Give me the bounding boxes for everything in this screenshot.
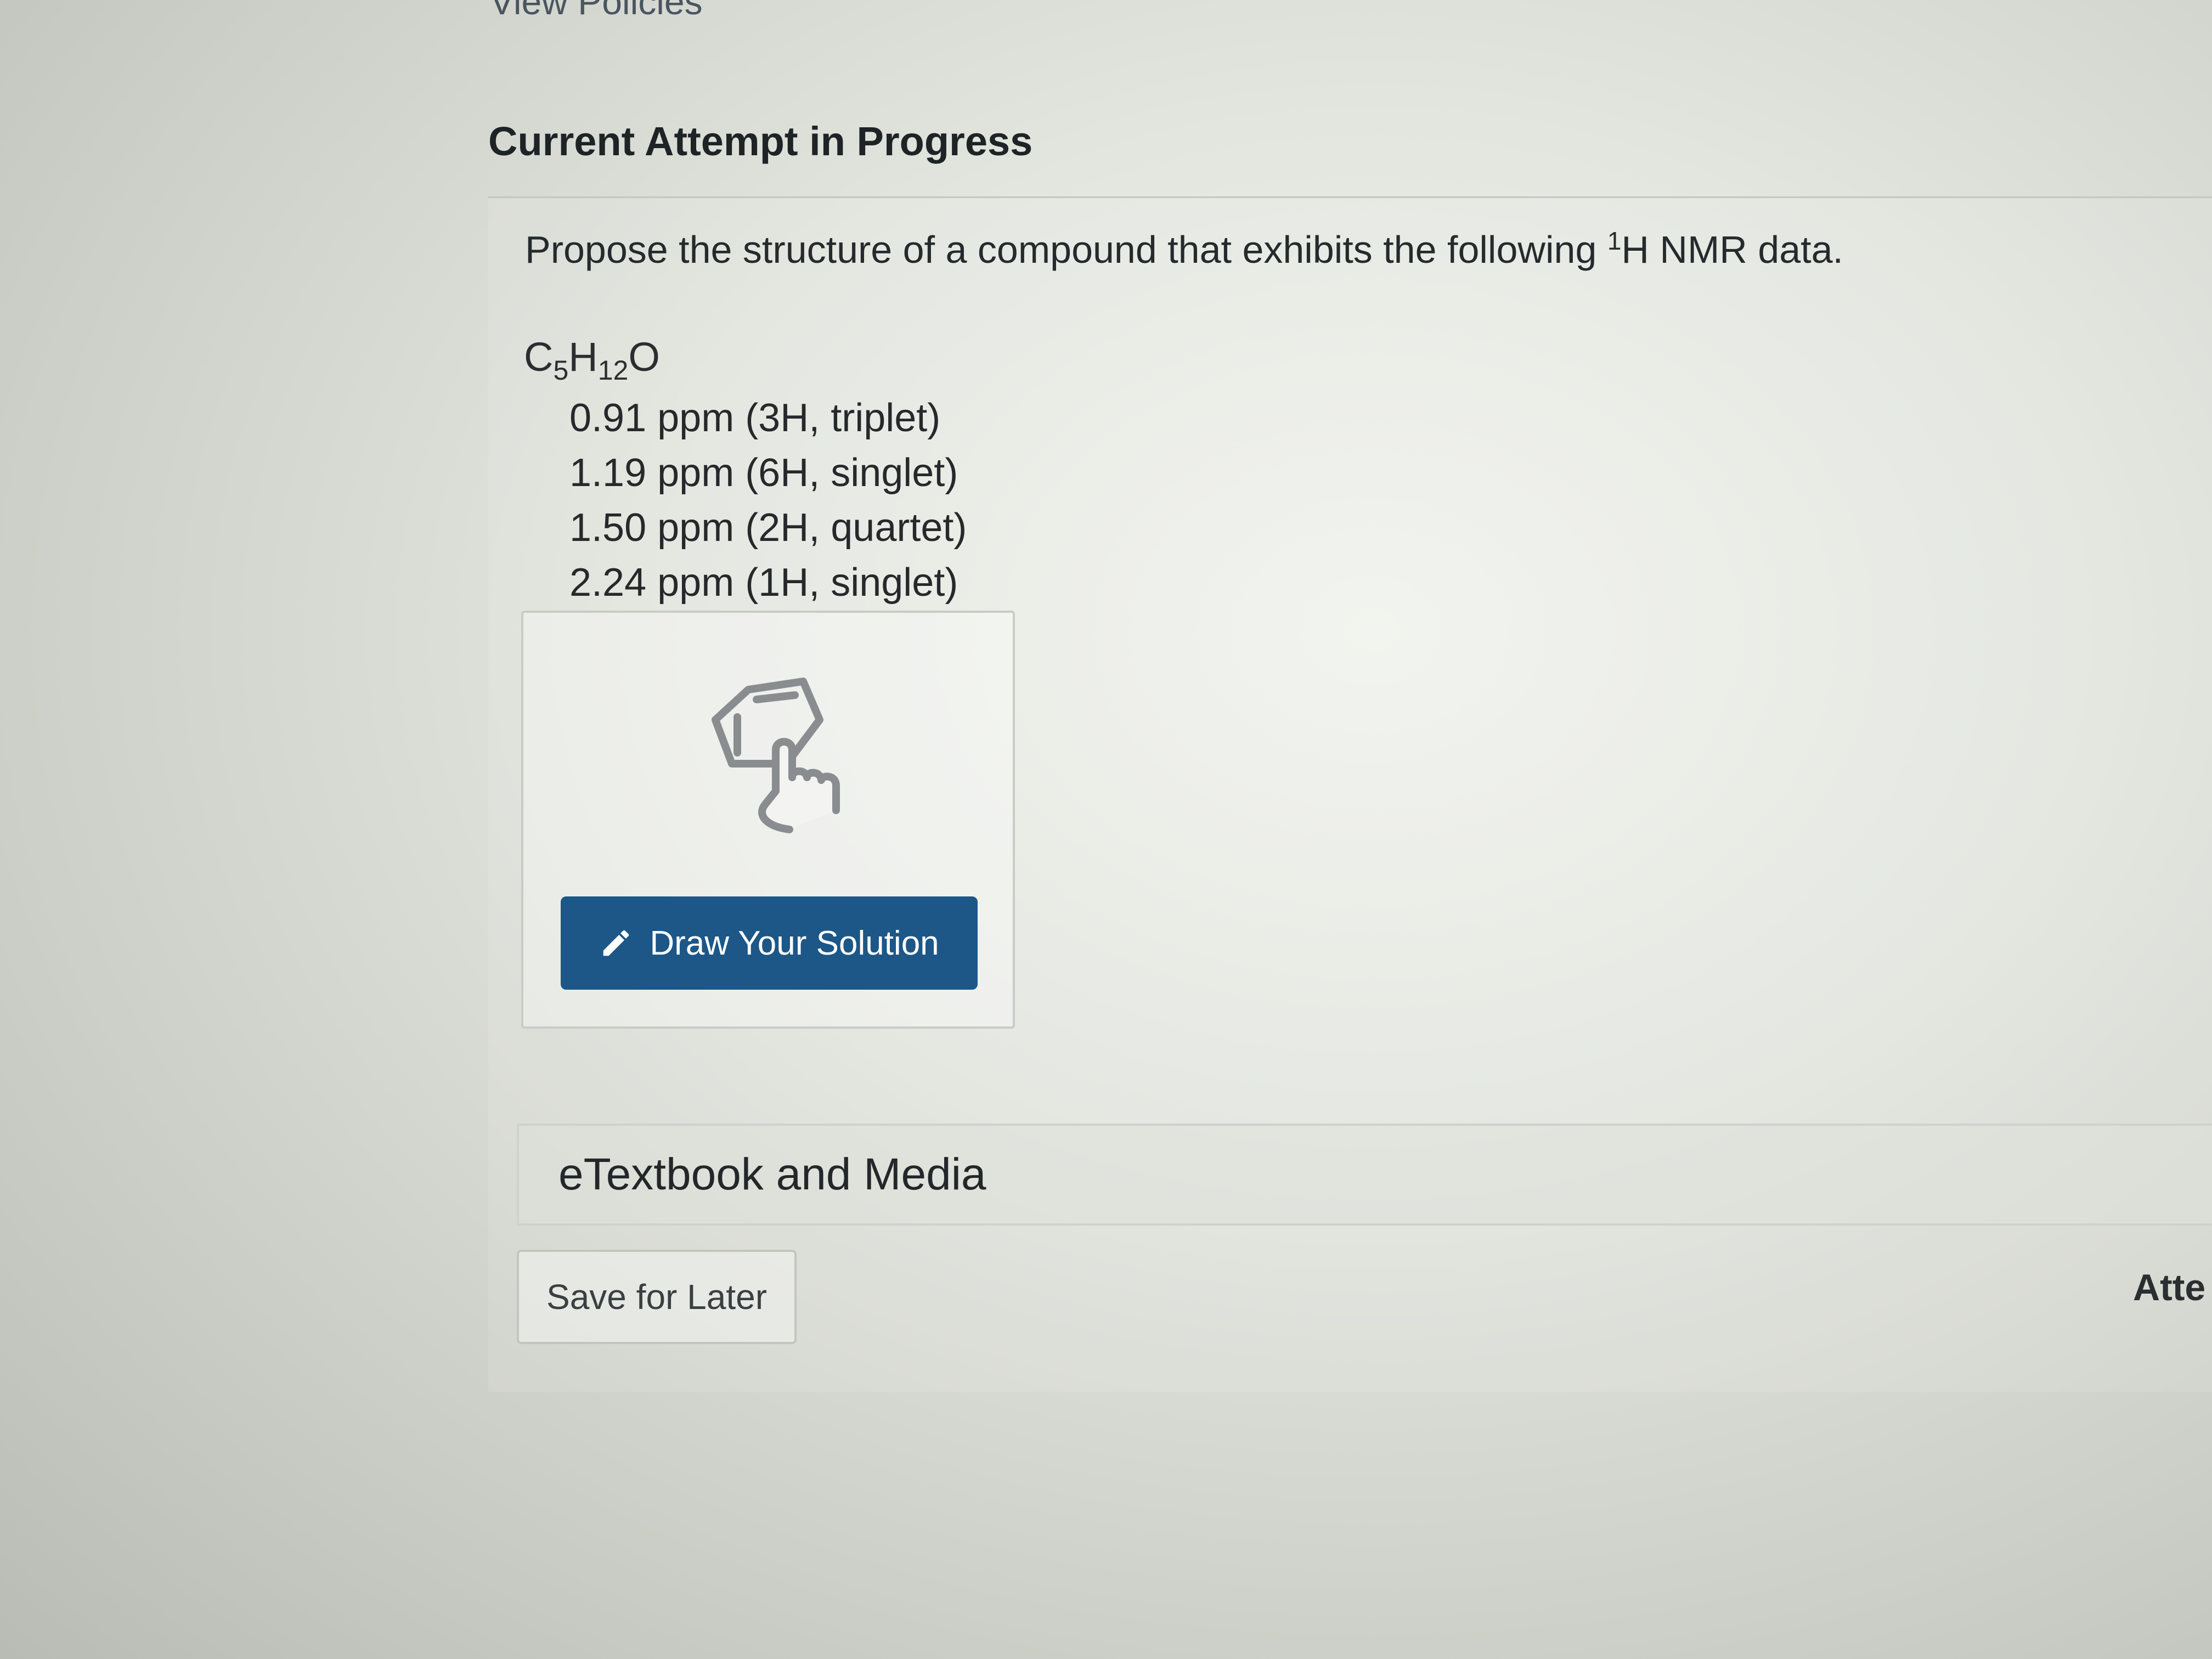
- nmr-signal: 2.24 ppm (1H, singlet): [569, 561, 958, 605]
- nmr-signal: 1.19 ppm (6H, singlet): [569, 451, 958, 495]
- heading-divider: [488, 196, 2212, 198]
- nmr-signal: 0.91 ppm (3H, triplet): [569, 396, 941, 440]
- prompt-text-end: H NMR data.: [1621, 228, 1843, 271]
- isotope-superscript: 1: [1607, 227, 1622, 255]
- etextbook-label: eTextbook and Media: [558, 1149, 986, 1199]
- formula-carbon: C: [524, 334, 554, 380]
- formula-hydrogen: H: [568, 334, 598, 380]
- formula-oxygen: O: [628, 334, 660, 380]
- save-for-later-button[interactable]: Save for Later: [517, 1250, 797, 1344]
- formula-carbon-count: 5: [553, 355, 569, 386]
- nmr-signal-list: 0.91 ppm (3H, triplet) 1.19 ppm (6H, sin…: [569, 391, 967, 610]
- draw-button-label: Draw Your Solution: [650, 924, 939, 962]
- nmr-signal: 1.50 ppm (2H, quartet): [569, 506, 967, 550]
- molecular-formula: C5H12O: [524, 334, 660, 386]
- formula-hydrogen-count: 12: [597, 355, 629, 386]
- question-prompt: Propose the structure of a compound that…: [525, 226, 1843, 272]
- etextbook-and-media-toggle[interactable]: eTextbook and Media: [517, 1124, 2212, 1226]
- drawing-answer-card: Draw Your Solution: [521, 611, 1015, 1029]
- pencil-icon: [603, 930, 629, 956]
- attempt-heading: Current Attempt in Progress: [488, 119, 1033, 164]
- view-policies-link[interactable]: View Policies: [490, 0, 703, 22]
- molecule-drawing-icon: [712, 678, 840, 833]
- prompt-text-start: Propose the structure of a compound that…: [525, 228, 1607, 271]
- draw-your-solution-button[interactable]: Draw Your Solution: [561, 896, 978, 990]
- attempts-label: Atte: [2133, 1267, 2206, 1308]
